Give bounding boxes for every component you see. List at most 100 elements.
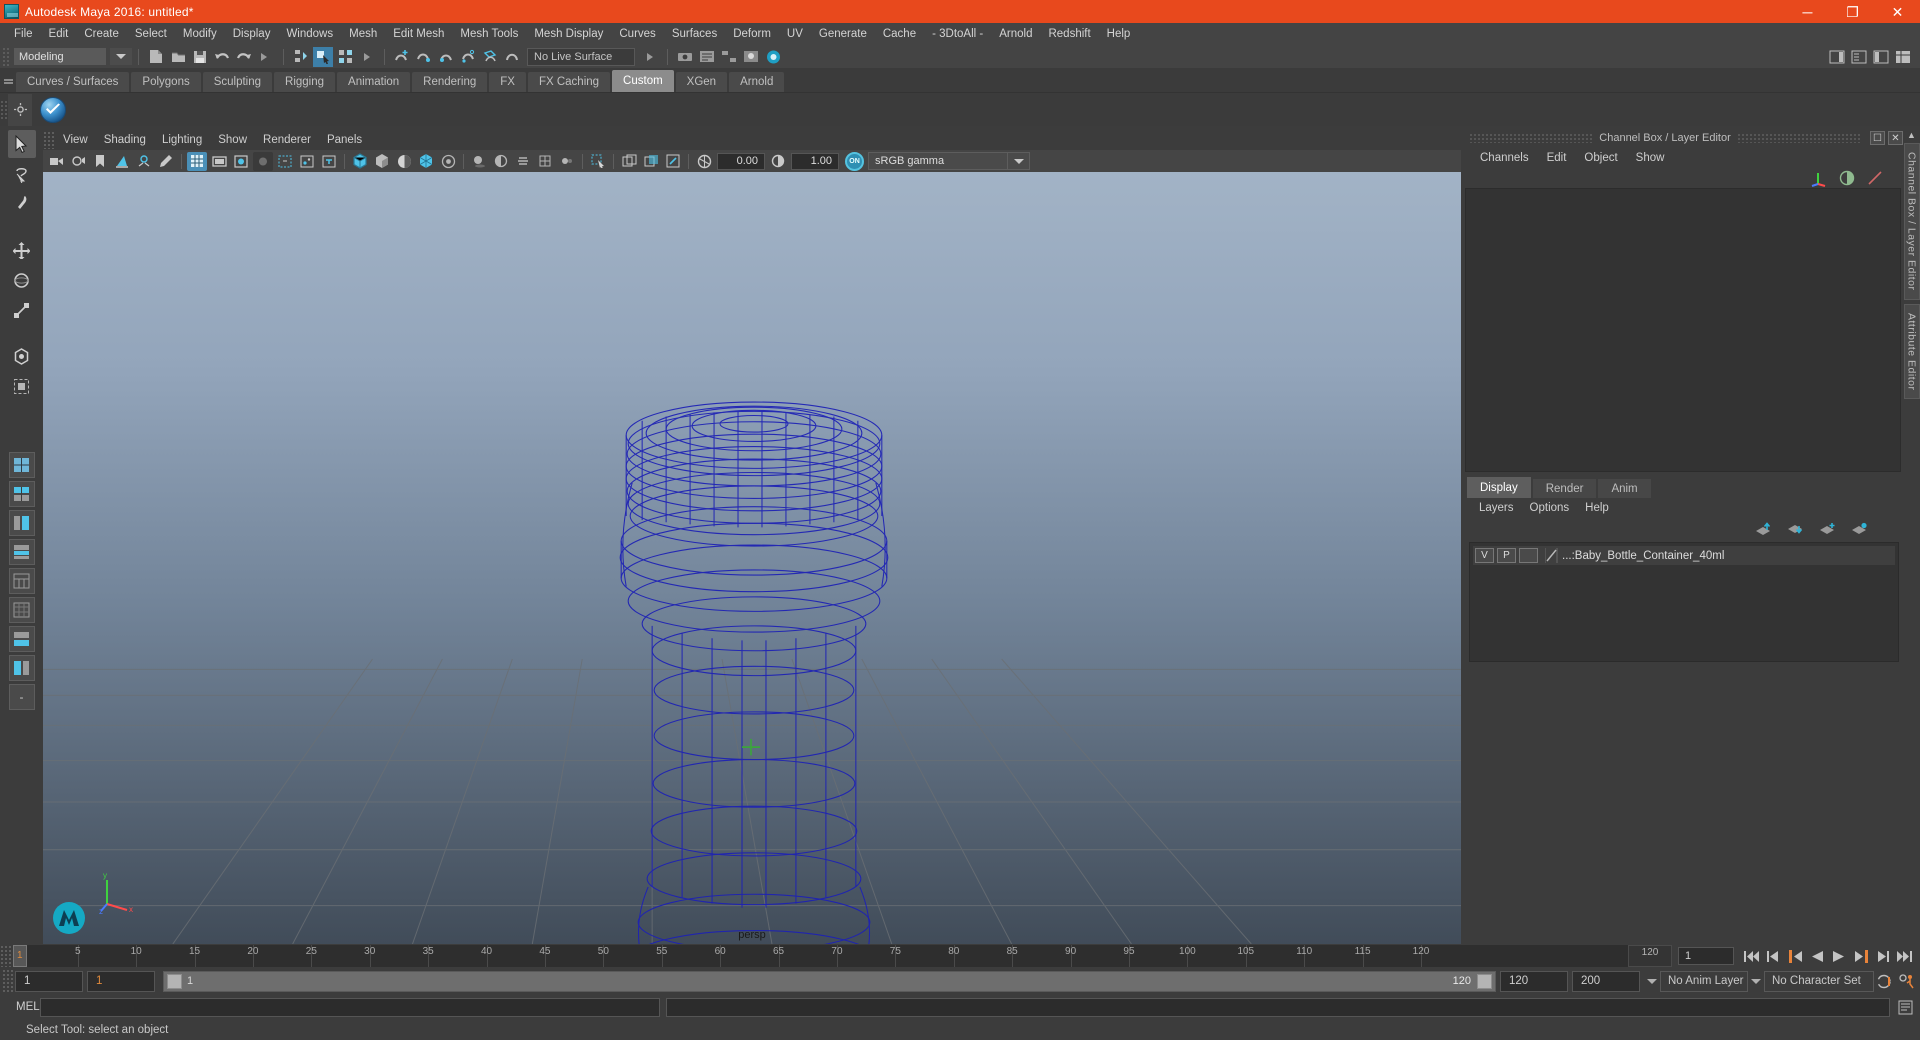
save-scene-icon[interactable] [190, 47, 210, 67]
layer-tab-render[interactable]: Render [1532, 479, 1597, 498]
render-view-icon[interactable] [741, 47, 761, 67]
current-frame-field[interactable]: 1 [1678, 947, 1734, 965]
go-to-end-icon[interactable] [1895, 946, 1915, 966]
menu-set-selector[interactable]: Modeling [14, 48, 106, 65]
range-start-field[interactable]: 1 [87, 970, 155, 992]
snap-curve-icon[interactable] [414, 47, 434, 67]
layer-visibility-toggle[interactable]: V [1475, 548, 1494, 563]
shelf-tab-animation[interactable]: Animation [337, 72, 411, 92]
close-button[interactable]: ✕ [1875, 0, 1920, 23]
panel-menu-panels[interactable]: Panels [319, 132, 370, 148]
two-sided-lighting-icon[interactable] [134, 152, 154, 171]
live-surface-field[interactable]: No Live Surface [527, 47, 635, 66]
shelf-tab-sculpting[interactable]: Sculpting [202, 72, 273, 92]
sidebar-toggle-icon[interactable] [1827, 47, 1847, 67]
persp-graph-layout[interactable] [8, 539, 35, 565]
shadows-icon[interactable] [469, 152, 489, 171]
panel-menu-shading[interactable]: Shading [96, 132, 154, 148]
outliner-icon[interactable] [697, 47, 717, 67]
color-management-toggle[interactable]: ON [845, 151, 864, 171]
hypergraph-icon[interactable] [719, 47, 739, 67]
auto-keyframe-icon[interactable] [1875, 971, 1895, 991]
safe-action-icon[interactable] [297, 152, 317, 171]
image-plane-icon[interactable] [112, 152, 132, 171]
isolate-select-icon[interactable] [588, 152, 608, 171]
shaded-wireframe-icon[interactable] [394, 152, 414, 171]
command-language-label[interactable]: MEL [4, 1001, 40, 1013]
animation-start-field[interactable]: 1 [15, 970, 83, 992]
menu-item-curves[interactable]: Curves [611, 26, 663, 42]
motion-blur-icon[interactable] [513, 152, 533, 171]
rotate-tool[interactable] [8, 266, 36, 294]
animation-end-field[interactable]: 200 [1572, 970, 1640, 992]
dock-tab-attribute-editor[interactable]: Attribute Editor [1903, 303, 1920, 399]
go-to-start-icon[interactable] [1741, 946, 1761, 966]
channel-box-content[interactable] [1465, 188, 1901, 472]
close-icon[interactable]: ✕ [1888, 131, 1903, 145]
display-layer-row[interactable]: VP. ...:Baby_Bottle_Container_40ml [1473, 546, 1895, 565]
channel-box-menu-channels[interactable]: Channels [1471, 150, 1538, 166]
character-set-field[interactable]: No Character Set [1764, 970, 1874, 992]
shelf-tab-arnold[interactable]: Arnold [729, 72, 785, 92]
layer-playback-toggle[interactable]: P [1497, 548, 1516, 563]
attribute-editor-icon[interactable] [1849, 47, 1869, 67]
shelf-tab-fx-caching[interactable]: FX Caching [527, 72, 611, 92]
menu-item-edit[interactable]: Edit [41, 26, 77, 42]
statusline-arrow-2[interactable] [357, 47, 377, 67]
shelf-tab-curves-surfaces[interactable]: Curves / Surfaces [16, 72, 130, 92]
menu-item-mesh-display[interactable]: Mesh Display [526, 26, 611, 42]
layer-menu-help[interactable]: Help [1577, 501, 1617, 515]
resolution-gate-icon[interactable] [231, 152, 251, 171]
menu-item-help[interactable]: Help [1099, 26, 1139, 42]
render-settings-icon[interactable] [763, 47, 783, 67]
screen-space-ao-icon[interactable] [491, 152, 511, 171]
menu-item-select[interactable]: Select [127, 26, 175, 42]
smooth-shade-icon[interactable] [372, 152, 392, 171]
use-all-lights-icon[interactable] [438, 152, 458, 171]
gamma-icon[interactable] [768, 152, 788, 171]
time-slider-grip[interactable] [0, 945, 13, 967]
single-perspective-view-layout[interactable] [8, 452, 35, 478]
layer-tab-display[interactable]: Display [1467, 477, 1531, 498]
layer-shading-toggle[interactable]: . [1519, 548, 1538, 563]
statusline-grip[interactable] [2, 46, 10, 67]
snap-grid-icon[interactable] [392, 47, 412, 67]
perspective-viewport[interactable]: persp y x z [43, 172, 1461, 944]
menu-item-arnold[interactable]: Arnold [991, 26, 1040, 42]
maximize-button[interactable]: ❐ [1830, 0, 1875, 23]
menu-item-3dtoall[interactable]: - 3DtoAll - [924, 26, 991, 42]
menu-set-dropdown-arrow[interactable] [110, 48, 132, 65]
soft-select-tool[interactable] [8, 372, 36, 400]
snap-view-plane-icon[interactable] [480, 47, 500, 67]
gamma-value-field[interactable]: 1.00 [791, 152, 839, 170]
persp-uv-layout[interactable] [8, 597, 35, 623]
time-slider-track[interactable]: 1 5 10 15 20 25 30 35 40 45 50 55 60 65 70 75 80 85 90 95 1… [13, 945, 1628, 967]
menu-item-display[interactable]: Display [225, 26, 279, 42]
wireframe-icon[interactable] [350, 152, 370, 171]
two-pane-stacked-layout[interactable] [8, 626, 35, 652]
shelf-content-grip[interactable] [0, 99, 8, 120]
new-layer-icon[interactable] [1819, 522, 1837, 536]
blue-checkmark-ball-icon[interactable] [38, 95, 68, 125]
panel-menu-view[interactable]: View [55, 132, 96, 148]
select-component-icon[interactable] [335, 47, 355, 67]
select-hierarchy-icon[interactable] [291, 47, 311, 67]
new-layer-from-selected-icon[interactable] [1851, 522, 1869, 536]
exposure-value-field[interactable]: 0.00 [717, 152, 765, 170]
shelf-tab-rigging[interactable]: Rigging [274, 72, 336, 92]
range-start-handle[interactable] [167, 973, 182, 989]
step-forward-keyframe-icon[interactable] [1873, 946, 1893, 966]
panel-menu-lighting[interactable]: Lighting [154, 132, 210, 148]
tool-settings-icon[interactable] [1871, 47, 1891, 67]
move-layer-up-icon[interactable] [1755, 522, 1773, 536]
layer-menu-options[interactable]: Options [1522, 501, 1578, 515]
persp-hypershade-layout[interactable] [8, 568, 35, 594]
scale-tool[interactable] [8, 296, 36, 324]
shelf-tab-custom[interactable]: Custom [612, 70, 674, 92]
move-tool[interactable] [8, 236, 36, 264]
anim-layer-field[interactable]: No Anim Layer [1660, 970, 1748, 992]
shelf-tab-xgen[interactable]: XGen [675, 72, 728, 92]
anim-layer-dropdown-arrow[interactable] [1644, 971, 1660, 991]
range-end-handle[interactable] [1477, 973, 1492, 989]
undock-icon[interactable]: ☐ [1870, 131, 1885, 145]
